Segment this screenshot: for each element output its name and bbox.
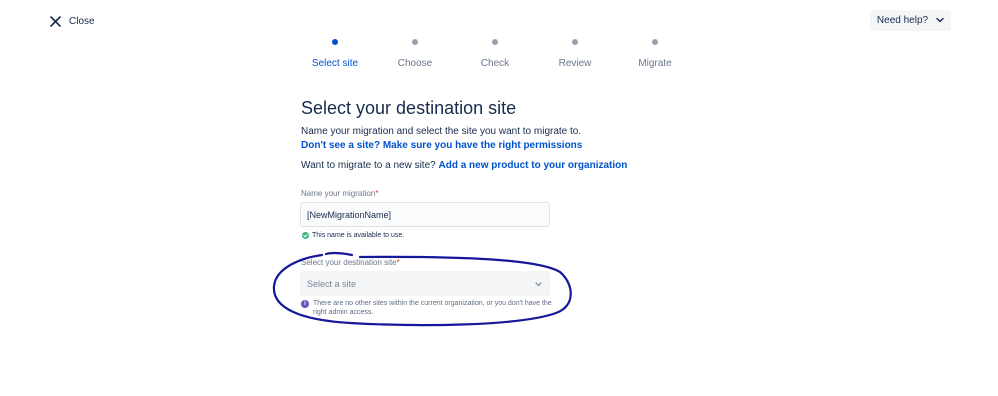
add-product-link[interactable]: Add a new product to your organization [438, 160, 627, 171]
step-label: Select site [311, 58, 359, 69]
info-icon: i [301, 300, 309, 308]
destination-site-label: Select your destination site* [301, 258, 400, 268]
step-dot [652, 39, 658, 45]
destination-site-label-text: Select your destination site [301, 258, 397, 267]
select-placeholder: Select a site [307, 278, 357, 289]
step-check: Check [455, 36, 535, 70]
need-help-label: Need help? [876, 15, 929, 26]
step-review: Review [535, 36, 615, 70]
step-label: Migrate [638, 58, 672, 69]
page-title: Select your destination site [301, 98, 517, 118]
step-dot [412, 39, 418, 45]
no-sites-info-message: i There are no other sites within the cu… [301, 299, 561, 317]
migration-name-input[interactable] [300, 202, 550, 227]
step-label: Choose [397, 58, 433, 69]
step-migrate: Migrate [615, 36, 695, 70]
no-sites-info-text: There are no other sites within the curr… [313, 300, 552, 316]
step-select-site: Select site [295, 36, 375, 70]
need-help-button[interactable]: Need help? [870, 10, 951, 31]
step-dot [492, 39, 498, 45]
check-circle-icon [302, 232, 309, 239]
progress-tracker: Select site Choose Check Review Migrate [0, 36, 998, 72]
migration-name-label-text: Name your migration [301, 189, 376, 198]
new-site-text: Want to migrate to a new site? [301, 160, 436, 171]
intro-text: Name your migration and select the site … [301, 126, 582, 137]
destination-site-select[interactable]: Select a site [300, 271, 550, 296]
close-button[interactable]: Close [50, 13, 95, 29]
step-dot [332, 39, 338, 45]
required-indicator: * [396, 258, 400, 267]
chevron-down-icon [535, 279, 542, 289]
step-label: Check [480, 58, 510, 69]
chevron-down-icon [936, 15, 944, 26]
name-available-message: This name is available to use. [302, 231, 404, 240]
new-site-line: Want to migrate to a new site? Add a new… [301, 160, 627, 172]
step-choose: Choose [375, 36, 455, 70]
required-indicator: * [375, 189, 379, 198]
step-label: Review [558, 58, 592, 69]
close-icon [50, 15, 61, 27]
close-label: Close [69, 15, 95, 27]
step-dot [572, 39, 578, 45]
name-available-text: This name is available to use. [312, 232, 405, 239]
permissions-link[interactable]: Don't see a site? Make sure you have the… [301, 140, 582, 151]
migration-name-label: Name your migration* [301, 189, 378, 199]
